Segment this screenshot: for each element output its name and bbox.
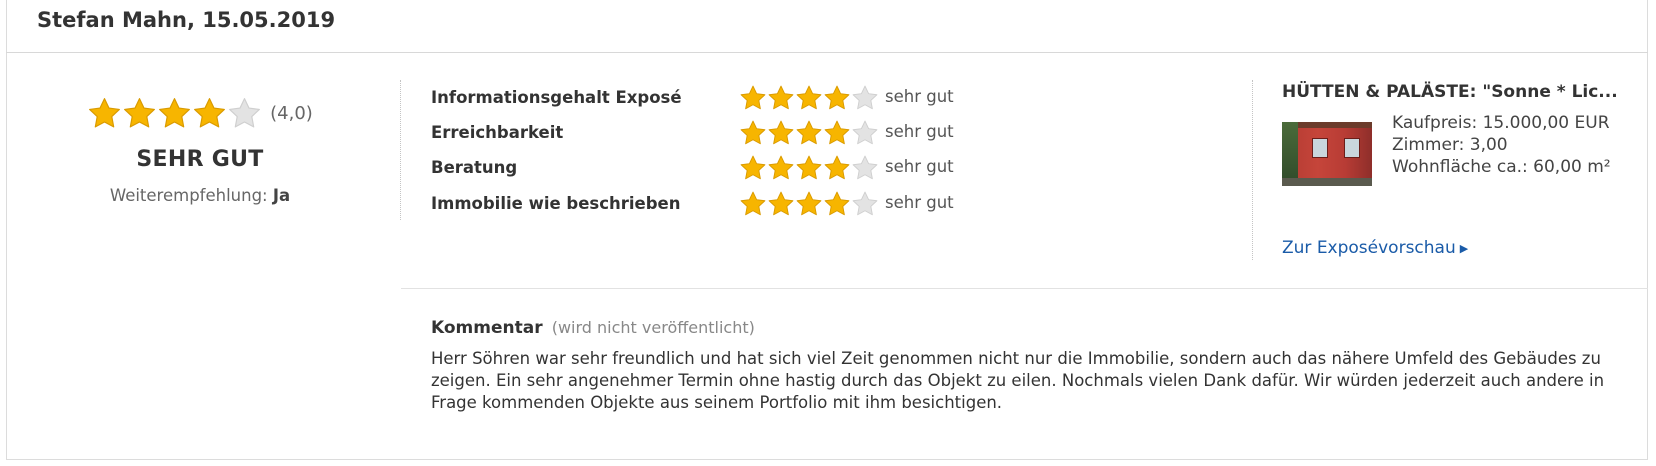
triangle-right-icon: ▶ [1459, 242, 1469, 255]
criteria-row: Beratung sehr gut [431, 154, 991, 182]
recommendation-label: Weiterempfehlung: [109, 186, 268, 205]
criteria-row: Informationsgehalt Exposé sehr gut [431, 84, 991, 112]
star-filled-icon [192, 96, 227, 131]
star-filled-icon [767, 154, 795, 182]
star-empty-icon [851, 119, 879, 147]
header-divider [6, 52, 1648, 53]
criteria-label: Informationsgehalt Exposé [431, 88, 682, 107]
star-empty-icon [851, 154, 879, 182]
star-empty-icon [851, 84, 879, 112]
star-filled-icon [739, 84, 767, 112]
thumbnail-window [1312, 138, 1328, 158]
criteria-rating-text: sehr gut [885, 157, 954, 176]
star-filled-icon [823, 190, 851, 218]
criteria-label: Beratung [431, 158, 518, 177]
star-filled-icon [767, 119, 795, 147]
property-title[interactable]: HÜTTEN & PALÄSTE: "Sonne * Lic... [1282, 82, 1642, 102]
expose-preview-label: Zur Exposévorschau [1282, 238, 1456, 258]
star-filled-icon [157, 96, 192, 131]
star-filled-icon [739, 119, 767, 147]
criteria-rating-text: sehr gut [885, 193, 954, 212]
star-filled-icon [795, 84, 823, 112]
overall-stars: (4,0) [0, 96, 400, 131]
property-area: Wohnfläche ca.: 60,00 m² [1392, 157, 1611, 177]
property-price: Kaufpreis: 15.000,00 EUR [1392, 113, 1610, 133]
right-separator [1252, 80, 1253, 260]
overall-rating: (4,0) SEHR GUT Weiterempfehlung: Ja [0, 96, 400, 205]
criteria-stars [739, 190, 879, 218]
comment-note: (wird nicht veröffentlicht) [551, 318, 755, 337]
comment-title: Kommentar [431, 318, 543, 338]
star-filled-icon [767, 84, 795, 112]
criteria-rating-text: sehr gut [885, 122, 954, 141]
star-filled-icon [823, 154, 851, 182]
star-filled-icon [823, 84, 851, 112]
star-filled-icon [122, 96, 157, 131]
expose-preview-link[interactable]: Zur Exposévorschau ▶ [1282, 238, 1468, 258]
overall-score: (4,0) [270, 103, 313, 124]
review-header: Stefan Mahn, 15.05.2019 [37, 8, 336, 32]
recommendation: Weiterempfehlung: Ja [0, 186, 400, 205]
comment-divider [401, 288, 1648, 289]
star-empty-icon [227, 96, 262, 131]
property-rooms: Zimmer: 3,00 [1392, 135, 1508, 155]
star-filled-icon [823, 119, 851, 147]
star-filled-icon [795, 119, 823, 147]
thumbnail-tree [1282, 122, 1298, 186]
star-filled-icon [739, 154, 767, 182]
criteria-label: Immobilie wie beschrieben [431, 194, 681, 213]
property-thumbnail[interactable] [1282, 122, 1372, 186]
criteria-stars [739, 119, 879, 147]
property-facts: Kaufpreis: 15.000,00 EUR Zimmer: 3,00 Wo… [1392, 112, 1622, 178]
criteria-stars [739, 154, 879, 182]
criteria-row: Erreichbarkeit sehr gut [431, 119, 991, 147]
thumbnail-ground [1282, 178, 1372, 186]
star-empty-icon [851, 190, 879, 218]
thumbnail-window [1344, 138, 1360, 158]
star-filled-icon [767, 190, 795, 218]
star-filled-icon [795, 190, 823, 218]
comment-section: Kommentar (wird nicht veröffentlicht) He… [431, 318, 1611, 414]
criteria-stars [739, 84, 879, 112]
criteria-rating-text: sehr gut [885, 87, 954, 106]
comment-text: Herr Söhren war sehr freundlich und hat … [431, 349, 1605, 412]
star-filled-icon [739, 190, 767, 218]
overall-verdict: SEHR GUT [136, 147, 264, 172]
star-filled-icon [87, 96, 122, 131]
criteria-label: Erreichbarkeit [431, 123, 564, 142]
criteria-row: Immobilie wie beschrieben sehr gut [431, 190, 991, 218]
property-summary: HÜTTEN & PALÄSTE: "Sonne * Lic... Kaufpr… [1282, 82, 1642, 258]
recommendation-value: Ja [272, 186, 291, 205]
left-separator [400, 80, 401, 220]
comment-header: Kommentar (wird nicht veröffentlicht) [431, 318, 1611, 338]
star-filled-icon [795, 154, 823, 182]
